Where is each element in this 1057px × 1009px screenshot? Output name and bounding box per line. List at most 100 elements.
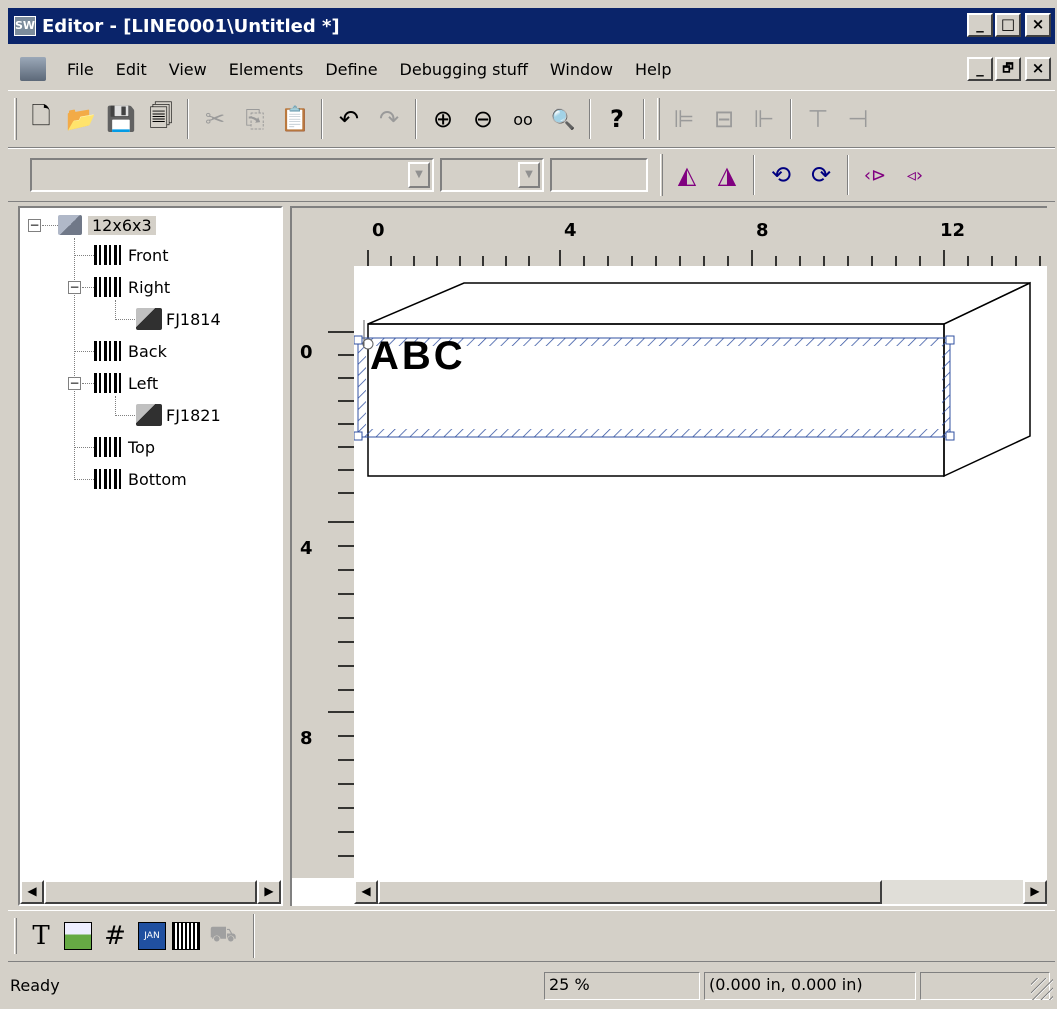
toolbar-grip[interactable] (14, 918, 17, 954)
menu-file[interactable]: File (56, 60, 105, 79)
image-tool-icon[interactable] (64, 922, 92, 950)
cut-icon[interactable]: ✂ (195, 99, 235, 139)
scroll-right-icon[interactable]: ▶ (1023, 880, 1047, 904)
date-tool-icon[interactable]: JAN (138, 922, 166, 950)
tree-item-right[interactable]: Right (94, 273, 170, 301)
scroll-thumb[interactable] (378, 880, 882, 904)
resize-grip-icon[interactable] (1031, 978, 1053, 1000)
printhead-icon (136, 308, 162, 330)
label-drawing-area[interactable]: ABC (354, 266, 1047, 878)
collapse-root-icon[interactable]: − (28, 219, 41, 232)
menu-debugging-stuff[interactable]: Debugging stuff (389, 60, 539, 79)
text-element-abc[interactable]: ABC (370, 334, 466, 379)
paste-icon[interactable]: 📋 (275, 99, 315, 139)
editor-window: SW Editor - [LINE0001\Untitled *] _ □ × … (0, 0, 1057, 1009)
document-icon[interactable] (20, 57, 46, 81)
toolbar-grip[interactable] (660, 154, 663, 196)
toolbar-grip[interactable] (657, 98, 660, 140)
tree-item-fj1821[interactable]: FJ1821 (136, 401, 221, 429)
tree-line (115, 415, 135, 416)
scroll-left-icon[interactable]: ◀ (20, 880, 44, 904)
undo-icon[interactable]: ↶ (329, 99, 369, 139)
save-icon[interactable]: 💾 (101, 99, 141, 139)
tree-item-label: Right (128, 277, 171, 297)
align-right-icon[interactable]: ⊩ (744, 99, 784, 139)
open-folder-icon[interactable]: 📂 (61, 99, 101, 139)
menu-edit[interactable]: Edit (105, 60, 158, 79)
vertical-ruler: 0 4 8 (292, 266, 354, 878)
scroll-thumb[interactable] (44, 880, 257, 904)
tree-line (115, 319, 135, 320)
chevron-down-icon[interactable]: ▼ (518, 162, 540, 188)
counter-tool-icon[interactable]: # (98, 919, 132, 953)
tree-line (82, 383, 94, 384)
font-combo[interactable]: ▼ (30, 158, 434, 192)
toolbar-separator (415, 99, 417, 139)
coordinate-readout: (0.000 in, 0.000 in) (704, 972, 916, 1000)
collapse-right-icon[interactable]: − (68, 281, 81, 294)
barcode-icon (94, 373, 122, 393)
tree-item-left[interactable]: Left (94, 369, 158, 397)
align-middle-icon[interactable]: ⊣ (838, 99, 878, 139)
tree-line (115, 300, 116, 320)
tree-horizontal-scrollbar[interactable]: ◀ ▶ (20, 880, 281, 904)
new-doc-icon[interactable]: 🗋 (21, 99, 61, 139)
ruler-corner (292, 208, 354, 266)
glasses-icon[interactable]: oo (503, 99, 543, 139)
tree-item-fj1814[interactable]: FJ1814 (136, 305, 221, 333)
zoom-custom-icon[interactable]: 🔍 (543, 99, 583, 139)
tree-item-bottom[interactable]: Bottom (94, 465, 187, 493)
toolbar-grip[interactable] (14, 98, 17, 140)
rotate-ccw-icon[interactable]: ⟲ (761, 155, 801, 195)
redo-icon[interactable]: ↷ (369, 99, 409, 139)
text-tool-icon[interactable]: T (24, 919, 58, 953)
tree-item-top[interactable]: Top (94, 433, 155, 461)
minimize-button[interactable]: _ (967, 13, 993, 37)
app-icon[interactable]: SW (14, 16, 36, 36)
copy-icon[interactable]: ⎘ (235, 99, 275, 139)
size-combo[interactable]: ▼ (440, 158, 544, 192)
menu-define[interactable]: Define (314, 60, 388, 79)
mirror-right-icon[interactable]: ◮ (707, 155, 747, 195)
canvas-horizontal-scrollbar[interactable]: ◀ ▶ (354, 880, 1047, 904)
format-toolbar: ▼ ▼ ◭ ◮ ⟲ ⟳ ‹⊳ ◃› (8, 148, 1055, 202)
collapse-left-icon[interactable]: − (68, 377, 81, 390)
rotate-cw-icon[interactable]: ⟳ (801, 155, 841, 195)
tree-line (115, 396, 116, 416)
tree-item-back[interactable]: Back (94, 337, 167, 365)
chevron-down-icon[interactable]: ▼ (408, 162, 430, 188)
tree-item-front[interactable]: Front (94, 241, 168, 269)
mdi-close-button[interactable]: × (1025, 57, 1051, 81)
mdi-restore-button[interactable]: 🗗 (995, 57, 1021, 81)
scroll-right-icon[interactable]: ▶ (257, 880, 281, 904)
close-button[interactable]: × (1025, 13, 1051, 37)
mdi-minimize-button[interactable]: _ (967, 57, 993, 81)
ruler-label-0: 0 (372, 220, 385, 241)
menu-help[interactable]: Help (624, 60, 682, 79)
help-icon[interactable]: ? (597, 99, 637, 139)
barcode-tool-icon[interactable] (172, 922, 200, 950)
horizontal-ruler: 0 4 8 12 (292, 208, 1047, 266)
tree-line (74, 238, 75, 478)
menu-view[interactable]: View (158, 60, 218, 79)
title-bar[interactable]: SW Editor - [LINE0001\Untitled *] _ □ × (8, 8, 1055, 44)
save-all-icon[interactable]: 🗐 (141, 99, 181, 139)
maximize-button[interactable]: □ (995, 13, 1021, 37)
zoom-in-icon[interactable]: ⊕ (423, 99, 463, 139)
printhead-tool-icon[interactable]: ⛟ (206, 919, 240, 953)
tree-line (74, 447, 94, 448)
align-top-icon[interactable]: ⊤ (798, 99, 838, 139)
flip-h-icon[interactable]: ‹⊳ (855, 155, 895, 195)
value-field[interactable] (550, 158, 648, 192)
scroll-left-icon[interactable]: ◀ (354, 880, 378, 904)
align-center-icon[interactable]: ⊟ (704, 99, 744, 139)
menu-window[interactable]: Window (539, 60, 624, 79)
flip-v-icon[interactable]: ◃› (895, 155, 935, 195)
layout-tree[interactable]: − 12x6x3 Front − Right FJ1814 Back − Lef… (18, 206, 283, 906)
tree-root[interactable]: 12x6x3 (58, 211, 156, 239)
ruler-label-4: 4 (564, 220, 577, 241)
menu-elements[interactable]: Elements (218, 60, 315, 79)
align-left-icon[interactable]: ⊫ (664, 99, 704, 139)
mirror-left-icon[interactable]: ◭ (667, 155, 707, 195)
zoom-out-icon[interactable]: ⊖ (463, 99, 503, 139)
